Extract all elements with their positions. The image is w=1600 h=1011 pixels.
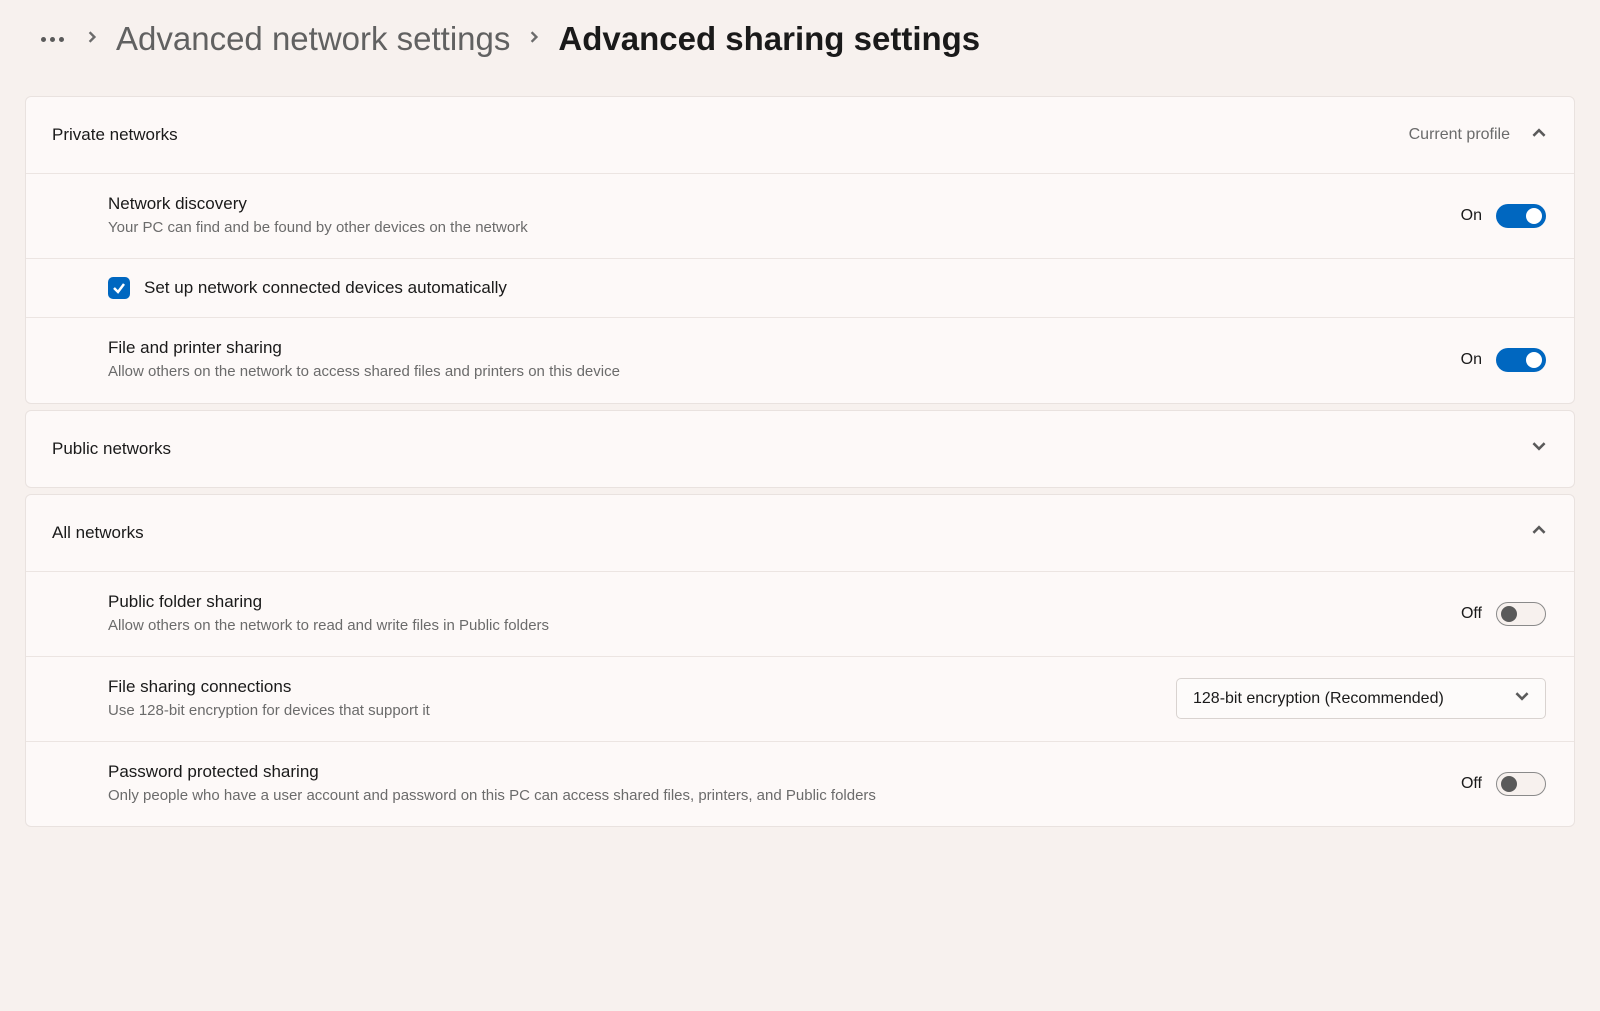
- toggle-knob: [1501, 776, 1517, 792]
- setting-title: Password protected sharing: [108, 762, 876, 782]
- auto-setup-checkbox[interactable]: [108, 277, 130, 299]
- network-discovery-row: Network discovery Your PC can find and b…: [26, 173, 1574, 258]
- setting-title: File sharing connections: [108, 677, 430, 697]
- chevron-up-icon: [1532, 523, 1546, 542]
- setting-description: Use 128-bit encryption for devices that …: [108, 701, 430, 721]
- chevron-down-icon: [1532, 439, 1546, 458]
- password-protected-sharing-row: Password protected sharing Only people w…: [26, 741, 1574, 826]
- toggle-state-label: Off: [1461, 605, 1482, 623]
- file-printer-sharing-row: File and printer sharing Allow others on…: [26, 317, 1574, 402]
- auto-setup-row: Set up network connected devices automat…: [26, 258, 1574, 317]
- toggle-state-label: On: [1461, 207, 1482, 225]
- file-sharing-connections-row: File sharing connections Use 128-bit enc…: [26, 656, 1574, 741]
- toggle-knob: [1501, 606, 1517, 622]
- section-title: Public networks: [52, 439, 171, 459]
- breadcrumb-more-button[interactable]: [37, 33, 68, 46]
- checkbox-label: Set up network connected devices automat…: [144, 278, 507, 298]
- section-title: Private networks: [52, 125, 178, 145]
- all-networks-panel: All networks Public folder sharing Allow…: [25, 494, 1575, 828]
- ellipsis-dot: [50, 37, 55, 42]
- setting-description: Allow others on the network to access sh…: [108, 362, 620, 382]
- setting-description: Allow others on the network to read and …: [108, 616, 549, 636]
- section-title: All networks: [52, 523, 144, 543]
- select-value: 128-bit encryption (Recommended): [1193, 690, 1444, 708]
- current-profile-label: Current profile: [1409, 126, 1510, 144]
- breadcrumb-parent[interactable]: Advanced network settings: [116, 20, 510, 58]
- network-discovery-toggle[interactable]: [1496, 204, 1546, 228]
- setting-title: Public folder sharing: [108, 592, 549, 612]
- public-networks-panel: Public networks: [25, 410, 1575, 488]
- public-folder-sharing-toggle[interactable]: [1496, 602, 1546, 626]
- password-protected-sharing-toggle[interactable]: [1496, 772, 1546, 796]
- toggle-knob: [1526, 352, 1542, 368]
- file-sharing-encryption-select[interactable]: 128-bit encryption (Recommended): [1176, 678, 1546, 719]
- public-networks-header[interactable]: Public networks: [26, 411, 1574, 487]
- toggle-state-label: On: [1461, 351, 1482, 369]
- chevron-right-icon: [528, 30, 540, 48]
- ellipsis-dot: [41, 37, 46, 42]
- setting-title: File and printer sharing: [108, 338, 620, 358]
- setting-description: Only people who have a user account and …: [108, 786, 876, 806]
- chevron-right-icon: [86, 30, 98, 48]
- private-networks-header[interactable]: Private networks Current profile: [26, 97, 1574, 173]
- toggle-knob: [1526, 208, 1542, 224]
- chevron-up-icon: [1532, 126, 1546, 145]
- toggle-state-label: Off: [1461, 775, 1482, 793]
- page-title: Advanced sharing settings: [558, 20, 980, 58]
- file-printer-sharing-toggle[interactable]: [1496, 348, 1546, 372]
- all-networks-header[interactable]: All networks: [26, 495, 1574, 571]
- breadcrumb: Advanced network settings Advanced shari…: [25, 20, 1575, 58]
- setting-title: Network discovery: [108, 194, 528, 214]
- public-folder-sharing-row: Public folder sharing Allow others on th…: [26, 571, 1574, 656]
- setting-description: Your PC can find and be found by other d…: [108, 218, 528, 238]
- chevron-down-icon: [1515, 689, 1529, 708]
- private-networks-panel: Private networks Current profile Network…: [25, 96, 1575, 404]
- ellipsis-dot: [59, 37, 64, 42]
